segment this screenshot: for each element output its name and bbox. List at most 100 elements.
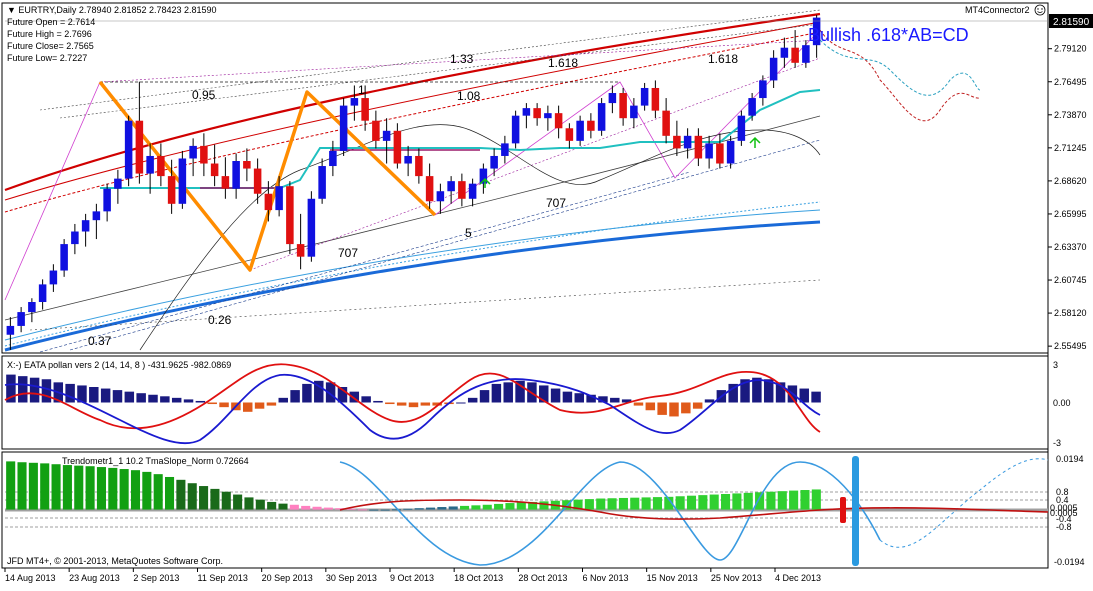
tma-bar — [811, 489, 821, 510]
indicator2-axis: 0.0194 0.8 0.4 0.0005 0.0005 -0.4 -0.8 -… — [1050, 454, 1085, 567]
pattern-label: Bullish .618*AB=CD — [808, 25, 969, 45]
tma-bar — [142, 471, 152, 510]
tma-bar — [62, 465, 72, 510]
tma-bar — [301, 505, 311, 510]
tma-bar — [630, 497, 640, 510]
eata-bar — [503, 382, 513, 403]
current-bar-marker — [852, 456, 859, 566]
eata-bar — [456, 402, 466, 404]
eata-bar — [373, 400, 383, 403]
eata-bar — [692, 402, 703, 409]
price-tick-label: 2.63370 — [1054, 242, 1087, 252]
eata-bar — [467, 397, 478, 403]
tma-bar — [380, 509, 390, 511]
eata-bar — [385, 402, 395, 405]
tma-bar — [40, 463, 50, 510]
fib-label: 1.08 — [457, 89, 481, 103]
tma-bar — [732, 493, 742, 510]
metatrader-chart-window: 2.81590 2.79120 2.76495 2.73870 2.71245 2.68… — [0, 0, 1093, 586]
fib-label: 5 — [465, 226, 472, 240]
connector-label: MT4Connector2 — [965, 5, 1030, 15]
eata-bar — [811, 391, 821, 403]
tma-bar — [437, 507, 447, 510]
tma-bar — [17, 462, 27, 510]
price-tick-label: 2.79120 — [1054, 44, 1087, 54]
tma-bar — [28, 462, 38, 510]
tma-bar — [119, 469, 129, 510]
tma-bar — [85, 466, 95, 510]
eata-bar — [752, 377, 762, 403]
tma-bar — [596, 498, 606, 510]
future-close: Future Close= 2.7565 — [7, 41, 94, 51]
symbol-line: ▼ EURTRY,Daily 2.78940 2.81852 2.78423 2… — [7, 5, 217, 15]
tma-bar — [414, 508, 424, 510]
tma-bar — [278, 503, 288, 510]
tma-bar — [391, 509, 402, 511]
tma-bar — [164, 476, 175, 510]
candle — [597, 98, 606, 136]
tma-bar — [199, 486, 209, 510]
time-tick-label: 14 Aug 2013 — [5, 573, 56, 583]
tma-bar — [494, 503, 504, 510]
copyright-label: JFD MT4+, © 2001-2013, MetaQuotes Softwa… — [7, 556, 223, 566]
future-high: Future High = 2.7696 — [7, 29, 92, 39]
fib-label: 707 — [338, 246, 358, 260]
tma-bar — [448, 506, 458, 510]
tma-bar — [641, 497, 651, 510]
tma-bar — [675, 496, 685, 510]
tma-bar — [96, 467, 106, 510]
time-tick-label: 30 Sep 2013 — [326, 573, 377, 583]
eata-bar — [302, 383, 312, 403]
price-axis: 2.79120 2.76495 2.73870 2.71245 2.68620 2.659… — [1048, 44, 1087, 351]
forecast-bar-marker — [840, 497, 846, 523]
chart-canvas[interactable]: 2.81590 2.79120 2.76495 2.73870 2.71245 2.68… — [0, 0, 1093, 586]
eata-bar — [219, 402, 229, 408]
price-tick-label: 2.71245 — [1054, 143, 1087, 153]
eata-bar — [65, 383, 75, 403]
time-tick-label: 28 Oct 2013 — [518, 573, 567, 583]
eata-bar — [396, 402, 407, 406]
candle — [737, 110, 746, 146]
price-tick-label: 2.55495 — [1054, 341, 1087, 351]
tma-bar — [584, 499, 594, 510]
candle — [307, 191, 316, 262]
time-tick-label: 18 Oct 2013 — [454, 573, 503, 583]
eata-bar — [18, 376, 28, 403]
indicator1-tick: 3 — [1053, 360, 1058, 370]
tma-bar — [800, 490, 810, 510]
fib-label: 1.618 — [708, 52, 738, 66]
tma-bar — [312, 506, 322, 510]
fib-label: 1 — [358, 83, 365, 97]
eata-bar — [171, 397, 182, 403]
main-pane[interactable] — [1, 2, 1049, 354]
fib-label: 1.618 — [548, 56, 578, 70]
tma-bar — [357, 509, 367, 511]
time-tick-label: 11 Sep 2013 — [198, 573, 248, 583]
time-axis: 14 Aug 2013 23 Aug 2013 2 Sep 2013 11 Sep 2… — [4, 568, 821, 583]
fib-label: 1.33 — [450, 52, 474, 66]
tma-bar — [403, 508, 413, 510]
eata-bar — [408, 402, 419, 408]
eata-bar — [278, 397, 288, 403]
tma-bar — [6, 461, 16, 510]
eata-bar — [183, 399, 194, 403]
tma-bar — [721, 493, 731, 510]
eata-bar — [124, 391, 135, 403]
time-tick-label: 23 Aug 2013 — [69, 573, 120, 583]
eata-bar — [479, 390, 490, 403]
eata-bar — [361, 396, 371, 403]
tma-bar — [652, 497, 663, 510]
price-tick-label: 2.58120 — [1054, 308, 1087, 318]
fib-label: 0.26 — [208, 313, 232, 327]
tma-bar — [505, 503, 515, 510]
indicator1-axis: 3 0.00 -3 — [1053, 360, 1071, 448]
fib-label: 0.37 — [88, 334, 112, 348]
tma-bar — [482, 504, 492, 510]
eata-bar — [195, 400, 206, 403]
eata-bar — [681, 402, 691, 414]
tma-bar — [51, 464, 61, 510]
eata-bar — [148, 394, 158, 403]
time-tick-label: 9 Oct 2013 — [390, 573, 434, 583]
tma-bar — [289, 504, 299, 510]
tma-bar — [244, 497, 254, 510]
